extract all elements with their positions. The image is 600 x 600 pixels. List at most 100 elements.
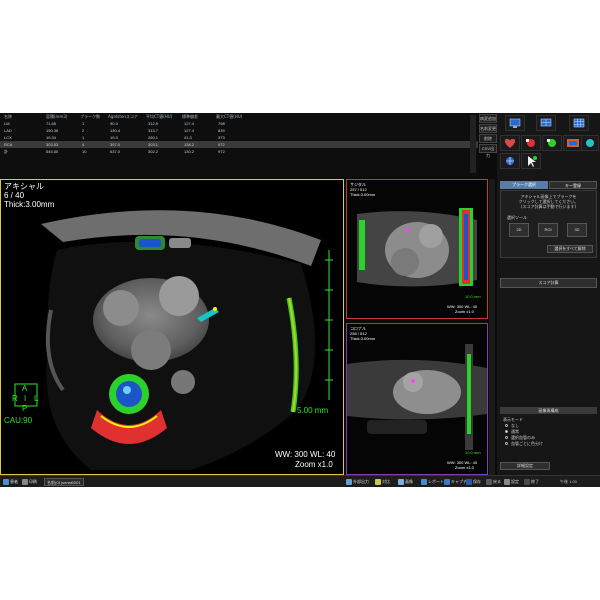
cell-sd: 41.3 (184, 135, 192, 140)
cell-count: 2 (82, 128, 85, 133)
cell-agatston: 130.4 (110, 128, 121, 133)
taskbar-compare[interactable]: 対比 (375, 478, 390, 486)
cell-volume: 545.50 (46, 149, 59, 154)
quad-view-icon[interactable] (536, 115, 556, 131)
deselect-all-button[interactable]: 選択をすべて解除 (547, 245, 593, 253)
taskbar-label: 戻る (493, 479, 501, 484)
cell-mean: 313.7 (148, 128, 159, 133)
table-row[interactable]: LAD 150.36 2 130.4 313.7 127.4 839 (0, 127, 478, 134)
cell-mean: 302.2 (148, 149, 159, 154)
zoom-level: Zoom x1.0 (295, 460, 333, 469)
taskbar: 患者 印刷 名前(01)serial0001 外部出力 対比 画像 レポート キ… (0, 475, 600, 487)
delete-button[interactable]: 削除 (479, 134, 497, 143)
radio-normal[interactable] (505, 430, 508, 433)
cell-agatston: 397.0 (110, 142, 121, 147)
taskbar-patient[interactable]: 患者 (3, 478, 18, 486)
taskbar-report[interactable]: レポート (421, 478, 444, 486)
col-header-volume[interactable]: 容積(mm3) (46, 114, 67, 119)
detail-settings-button[interactable]: 詳細設定 (500, 462, 550, 470)
col-header-mean[interactable]: 平均CT値(HU) (146, 114, 172, 119)
mode-label: 選択血管のみ (511, 435, 535, 440)
col-header-name[interactable]: 名称 (4, 114, 12, 119)
add-lesion-button[interactable]: 病変追加 (479, 114, 497, 123)
table-scrollbar[interactable] (470, 115, 476, 173)
cell-agatston: 19.3 (110, 135, 118, 140)
col-header-agatston[interactable]: Agatstonスコア (108, 114, 138, 119)
plaque-select-pane: アキシャル画像上でプラークを クリックして選択してください。 (スコア計算は手動… (500, 190, 597, 258)
col-header-max[interactable]: 最大CT値(HU) (216, 114, 242, 119)
table-row[interactable]: LCX 19.34 1 19.3 260.1 41.3 373 (0, 134, 478, 141)
display-mode-label: 表示モード (503, 417, 523, 422)
taskbar-print[interactable]: 印刷 (22, 478, 37, 486)
radio-none[interactable] (505, 424, 508, 427)
cell-sd: 127.4 (184, 121, 195, 126)
taskbar-export[interactable]: 外部出力 (346, 478, 369, 486)
volume-render-icon[interactable] (563, 135, 583, 151)
heart-icon[interactable] (500, 135, 520, 151)
mpr-icon[interactable] (581, 135, 599, 151)
taskbar-image[interactable]: 画像 (398, 478, 413, 486)
mode-option[interactable]: 通常 (505, 429, 595, 434)
cell-count: 10 (82, 149, 87, 154)
radio-color-by-vessel[interactable] (505, 442, 508, 445)
coronal-viewer[interactable]: コロナル 258 / 512 Thick:3.00mm 10.0 mm WW: … (346, 323, 488, 475)
single-view-icon[interactable] (505, 115, 525, 131)
tool-2d-button[interactable]: 2D (509, 223, 529, 237)
taskbar-label: 外部出力 (353, 479, 369, 484)
cell-count: 1 (82, 135, 85, 140)
taskbar-exit[interactable]: 終了 (524, 478, 539, 486)
table-row-selected[interactable]: RCA 303.53 4 397.0 303.1 138.2 972 (0, 141, 478, 148)
col-header-sd[interactable]: 標準偏差 (182, 114, 198, 119)
tool-roi-button[interactable]: ROI (538, 223, 558, 237)
col-header-count[interactable]: プラーク数 (80, 114, 100, 119)
taskbar-label: 対比 (382, 479, 390, 484)
cell-agatston: 90.3 (110, 121, 118, 126)
cell-name: LCX (4, 135, 12, 140)
tool-3d-button[interactable]: 3D (567, 223, 587, 237)
viewer-scrollbar[interactable] (489, 179, 495, 475)
image-icon (398, 478, 404, 485)
red-marker-icon[interactable] (521, 135, 541, 151)
tab-plaque-select[interactable]: プラーク選択 (500, 181, 548, 189)
cell-sd: 127.4 (184, 128, 195, 133)
taskbar-label: 設定 (511, 479, 519, 484)
cell-agatston: 637.0 (110, 149, 121, 154)
cell-max: 839 (218, 128, 225, 133)
taskbar-back[interactable]: 戻る (486, 478, 501, 486)
orient-l: L (34, 394, 39, 403)
radio-selected-vessel[interactable] (505, 436, 508, 439)
taskbar-settings[interactable]: 設定 (504, 478, 519, 486)
axial-ct-image (14, 210, 333, 470)
rename-button[interactable]: 名前変更 (479, 124, 497, 133)
cursor-icon[interactable] (500, 153, 520, 169)
mode-label: なし (511, 423, 519, 428)
right-control-panel: プラーク選択 キー登録 アキシャル画像上でプラークを クリックして選択してくださ… (497, 113, 600, 487)
csv-export-button[interactable]: CSV出力 (479, 144, 497, 158)
pointer-icon[interactable] (521, 153, 541, 169)
patient-name-field[interactable]: 名前(01)serial0001 (44, 478, 84, 486)
view-angle: CAU:90 (4, 416, 33, 425)
mode-option[interactable]: 血管ごとに色分け (505, 441, 595, 446)
patient-icon (3, 478, 9, 485)
score-calc-button[interactable]: スコア計算 (500, 278, 597, 288)
sagittal-viewer[interactable]: サジタル 257 / 512 Thick:3.00mm 10.0 mm WW: … (346, 179, 488, 319)
grid-view-icon[interactable] (569, 115, 589, 131)
compare-icon (375, 478, 381, 485)
sagittal-zoom: Zoom x1.0 (455, 309, 474, 314)
instruction-line-3: (スコア計算は手動で行います) (520, 204, 577, 209)
cell-mean: 260.1 (148, 135, 159, 140)
axial-viewer[interactable]: アキシャル 6 / 40 Thick:3.00mm A R I L P CAU:… (0, 179, 344, 475)
tab-key-register[interactable]: キー登録 (549, 181, 597, 189)
mode-option[interactable]: 選択血管のみ (505, 435, 595, 440)
table-row[interactable]: LM 71.65 1 90.3 312.9 127.4 798 (0, 120, 478, 127)
camera-icon (444, 478, 450, 485)
taskbar-save[interactable]: 保存 (466, 478, 481, 486)
cell-name: RCA (4, 142, 13, 147)
table-row[interactable]: 計 545.50 10 637.0 302.2 130.2 972 (0, 148, 478, 155)
app-window: 名称 容積(mm3) プラーク数 Agatstonスコア 平均CT値(HU) 標… (0, 113, 600, 487)
window-level: WW: 300 WL: 40 (275, 450, 336, 459)
green-marker-icon[interactable] (542, 135, 562, 151)
cell-max: 373 (218, 135, 225, 140)
cell-sd: 138.2 (184, 142, 195, 147)
mode-option[interactable]: なし (505, 423, 595, 428)
